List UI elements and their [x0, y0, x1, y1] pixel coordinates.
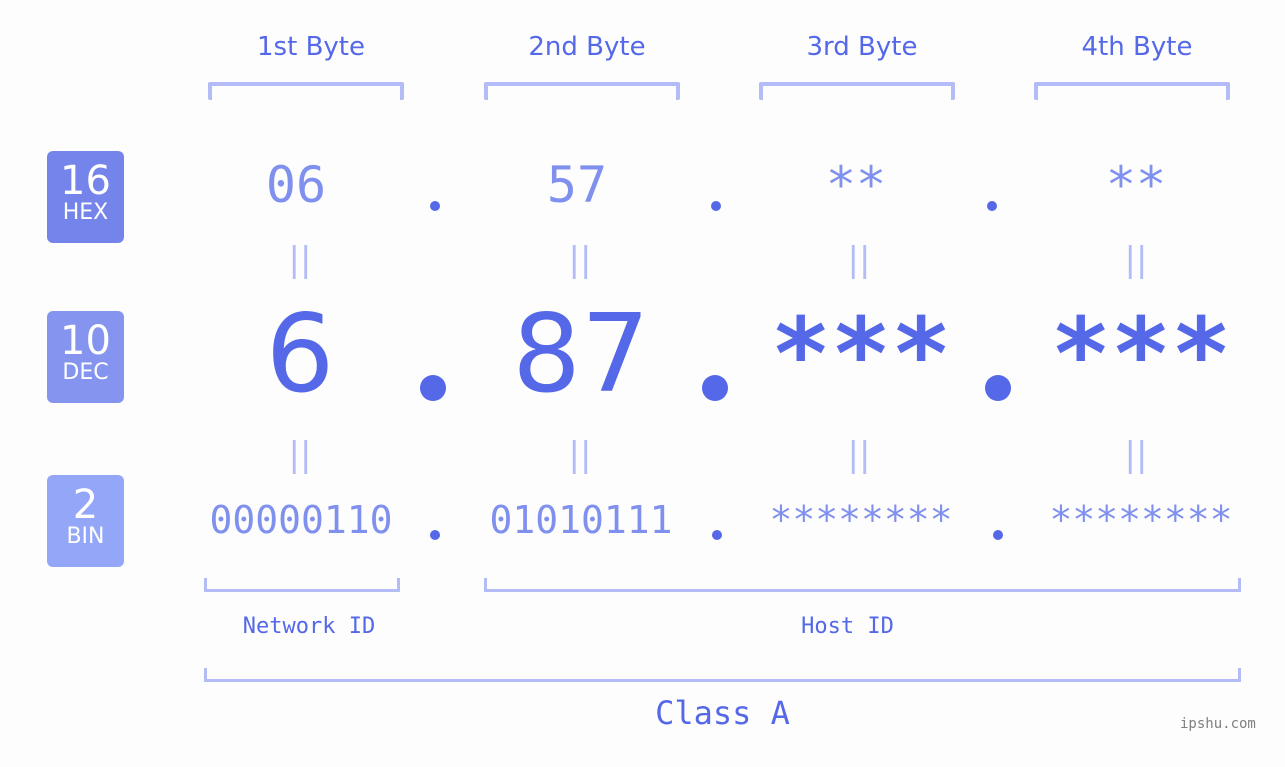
equals-icon: || — [288, 240, 312, 280]
dec-badge: 10 DEC — [47, 311, 124, 403]
byte-label-4: 4th Byte — [1081, 32, 1193, 62]
dec-dot-1 — [420, 375, 446, 401]
byte-bracket-4 — [1034, 82, 1230, 100]
hex-value-1: 06 — [265, 156, 327, 214]
equals-icon: || — [568, 240, 592, 280]
byte-bracket-2 — [484, 82, 680, 100]
dec-value-2: 87 — [512, 292, 650, 417]
hex-dot-1 — [430, 201, 440, 211]
host-id-label: Host ID — [801, 614, 894, 639]
byte-label-2: 2nd Byte — [528, 32, 646, 62]
class-bracket — [204, 668, 1241, 682]
bin-base: 2 — [72, 482, 99, 528]
hex-base: 16 — [60, 158, 111, 204]
dec-dot-3 — [985, 375, 1011, 401]
equals-icon: || — [288, 435, 312, 475]
hex-dot-3 — [987, 201, 997, 211]
network-bracket — [204, 578, 400, 592]
equals-icon: || — [568, 435, 592, 475]
dec-value-4: *** — [1050, 296, 1232, 413]
hex-value-4: ** — [1105, 156, 1167, 214]
bin-name: BIN — [66, 524, 105, 549]
hex-value-2: 57 — [546, 156, 608, 214]
dec-dot-2 — [702, 375, 728, 401]
hex-name: HEX — [62, 200, 109, 225]
byte-bracket-1 — [208, 82, 404, 100]
bin-value-3: ******** — [769, 498, 953, 542]
bin-badge: 2 BIN — [47, 475, 124, 567]
bin-dot-1 — [430, 530, 440, 540]
bin-dot-2 — [712, 530, 722, 540]
equals-icon: || — [1124, 240, 1148, 280]
hex-badge: 16 HEX — [47, 151, 124, 243]
byte-bracket-3 — [759, 82, 955, 100]
watermark: ipshu.com — [1180, 716, 1256, 732]
equals-icon: || — [847, 240, 871, 280]
network-id-label: Network ID — [242, 614, 376, 639]
bin-dot-3 — [993, 530, 1003, 540]
host-bracket — [484, 578, 1241, 592]
hex-dot-2 — [711, 201, 721, 211]
dec-value-1: 6 — [265, 292, 335, 417]
hex-value-3: ** — [825, 156, 887, 214]
bin-value-1: 00000110 — [209, 498, 393, 542]
equals-icon: || — [847, 435, 871, 475]
dec-base: 10 — [60, 318, 111, 364]
dec-name: DEC — [62, 360, 109, 385]
class-label: Class A — [655, 694, 790, 732]
bin-value-2: 01010111 — [489, 498, 673, 542]
equals-icon: || — [1124, 435, 1148, 475]
byte-label-3: 3rd Byte — [806, 32, 918, 62]
bin-value-4: ******** — [1049, 498, 1233, 542]
byte-label-1: 1st Byte — [257, 32, 365, 62]
dec-value-3: *** — [770, 296, 952, 413]
